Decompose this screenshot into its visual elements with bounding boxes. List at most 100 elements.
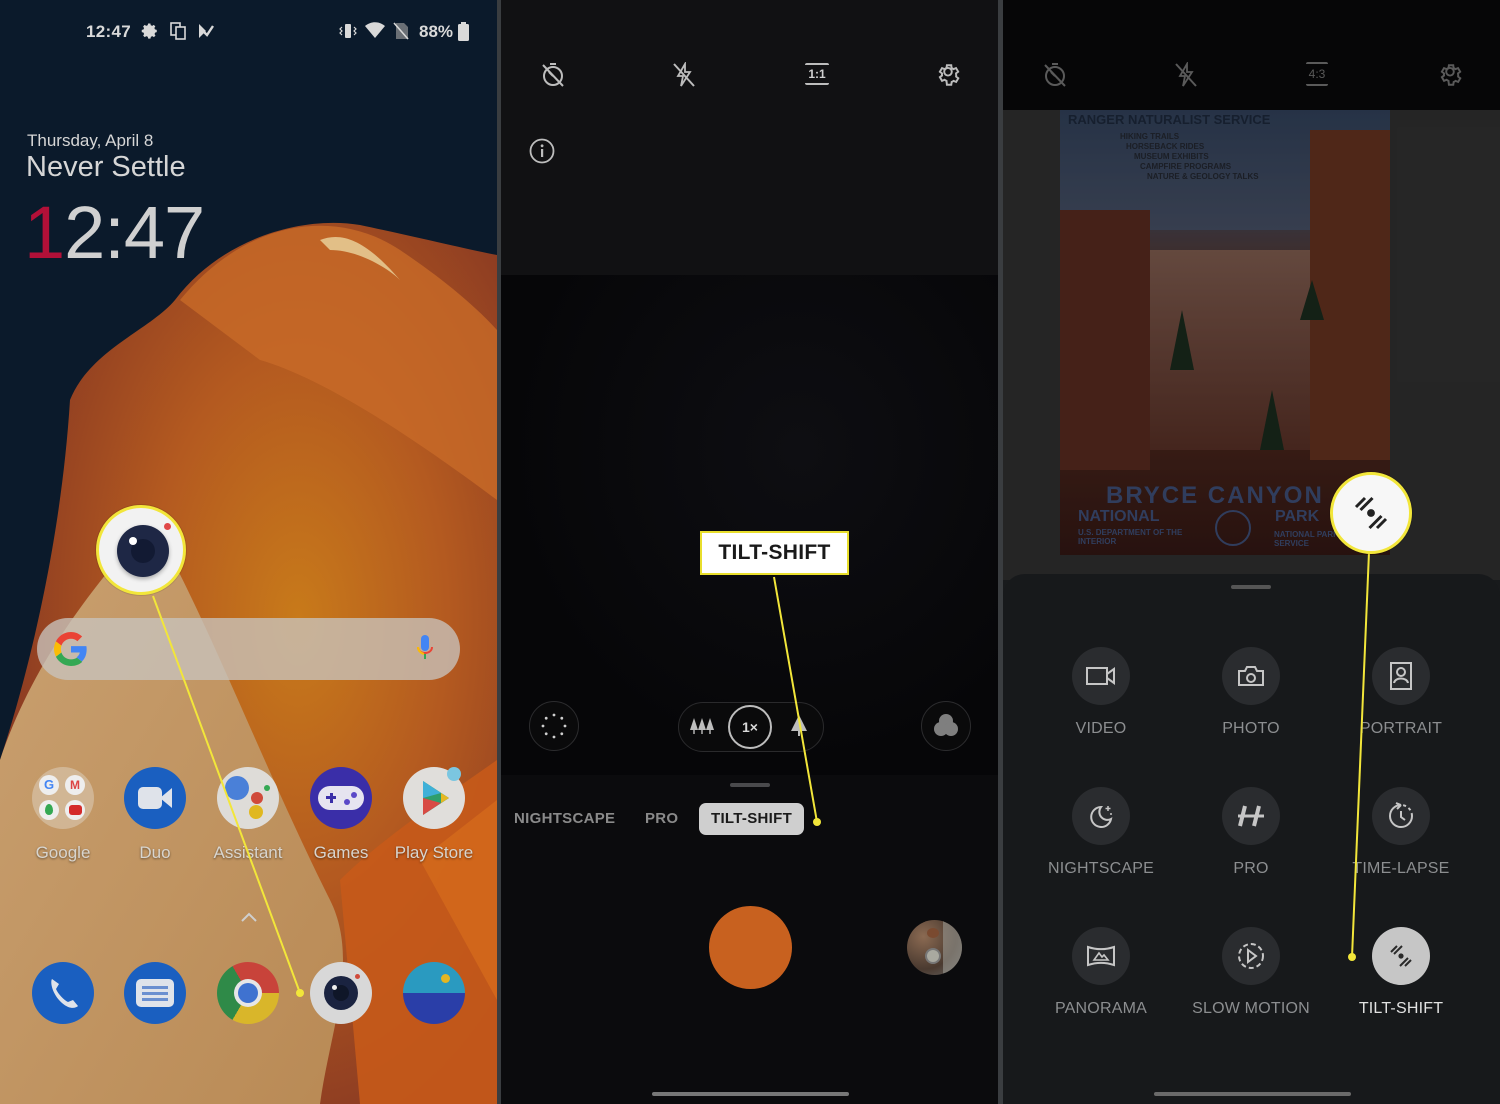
dim-overlay — [1003, 110, 1500, 580]
camera-modes-panel: RANGER NATURALIST SERVICE HIKING TRAILS … — [1003, 0, 1500, 1104]
play-store-icon — [403, 767, 465, 829]
dock-gallery[interactable] — [403, 962, 465, 1024]
google-search-bar[interactable] — [37, 618, 460, 680]
app-drawer-chevron-up-icon[interactable] — [239, 907, 259, 930]
mode-tile-panorama[interactable]: PANORAMA — [1041, 927, 1161, 1018]
zoom-1x-button[interactable]: 1× — [728, 705, 772, 749]
callout-magnified-camera-icon — [96, 505, 186, 595]
video-camera-icon — [1086, 667, 1115, 685]
flash-off-icon[interactable] — [672, 62, 696, 88]
timer-off-icon[interactable] — [541, 62, 565, 88]
timer-off-icon[interactable] — [1043, 62, 1067, 88]
duo-video-icon — [124, 767, 186, 829]
flash-off-icon[interactable] — [1174, 62, 1198, 88]
battery-percent: 88% — [419, 22, 454, 41]
app-assistant[interactable]: Assistant — [214, 767, 282, 862]
panorama-icon — [1087, 945, 1115, 967]
callout-label-tilt-shift: TILT-SHIFT — [700, 531, 849, 575]
tilt-shift-icon — [1354, 496, 1388, 530]
aspect-ratio-icon[interactable]: 1:1 — [805, 63, 829, 85]
portrait-icon — [1390, 662, 1412, 690]
lock-date: Thursday, April 8 — [27, 131, 154, 150]
mode-tile-portrait[interactable]: PORTRAIT — [1341, 647, 1461, 738]
lock-motto: Never Settle — [26, 151, 186, 183]
phone-icon — [32, 962, 94, 1024]
mode-nightscape[interactable]: NIGHTSCAPE — [514, 803, 615, 835]
filters-icon — [934, 714, 958, 736]
clock-digits: 2:47 — [64, 191, 205, 274]
pro-h-icon — [1238, 805, 1264, 827]
status-bar: 12:47 88% — [0, 18, 497, 46]
camera-preview[interactable] — [501, 275, 998, 775]
gesture-nav-bar[interactable] — [652, 1092, 849, 1096]
mode-tile-tilt-shift[interactable]: TILT-SHIFT — [1341, 927, 1461, 1018]
dotted-circle-icon — [541, 713, 567, 739]
mode-label: PHOTO — [1222, 720, 1280, 737]
info-icon[interactable] — [529, 138, 555, 164]
mode-pro[interactable]: PRO — [645, 803, 678, 835]
mode-tilt-shift[interactable]: TILT-SHIFT — [699, 803, 805, 835]
mode-tile-nightscape[interactable]: NIGHTSCAPE — [1041, 787, 1161, 878]
no-sim-icon — [393, 22, 409, 40]
download-check-icon — [199, 24, 214, 38]
app-duo[interactable]: Duo — [124, 767, 186, 862]
mode-tile-video[interactable]: VIDEO — [1041, 647, 1161, 738]
clock-accent-digit: 1 — [24, 191, 65, 274]
callout-magnified-tilt-shift-icon — [1330, 472, 1412, 554]
tilt-shift-icon — [1390, 945, 1412, 967]
settings-icon[interactable] — [1437, 62, 1463, 88]
app-label: Assistant — [213, 843, 283, 862]
aspect-ratio-icon[interactable]: 4:3 — [1306, 62, 1328, 86]
dock-chrome[interactable] — [217, 962, 279, 1024]
home-screen-panel: 12:47 88% Thursday, April 8 Never Settle… — [0, 0, 497, 1104]
photo-camera-icon — [1238, 666, 1264, 686]
mode-tile-time-lapse[interactable]: TIME-LAPSE — [1341, 787, 1461, 878]
mode-label: PORTRAIT — [1359, 720, 1443, 737]
left-round-button[interactable] — [529, 701, 579, 751]
app-label: Google — [35, 843, 91, 862]
assistant-icon — [217, 767, 279, 829]
chrome-icon — [217, 962, 279, 1024]
trees-wide-icon[interactable] — [690, 717, 714, 735]
filters-button[interactable] — [921, 701, 971, 751]
camera-viewfinder-panel: 1:1 TILT-SHIFT 1× NIGHTSCAPE PRO TILT-SH… — [501, 0, 998, 1104]
mode-label: TILT-SHIFT — [1358, 1000, 1444, 1017]
settings-icon[interactable] — [935, 62, 961, 88]
gallery-thumbnail[interactable] — [907, 920, 962, 975]
app-google-folder[interactable]: G M Google — [32, 767, 94, 862]
battery-icon — [458, 22, 469, 41]
mode-label: NIGHTSCAPE — [1047, 860, 1154, 877]
moon-stars-icon — [1090, 805, 1113, 828]
app-label: Play Store — [394, 843, 474, 862]
camera-app-icon — [310, 962, 372, 1024]
slow-motion-icon — [1238, 943, 1264, 969]
sheet-drag-handle[interactable] — [1231, 585, 1271, 589]
app-play-store[interactable]: Play Store — [395, 767, 473, 862]
mode-strip: NIGHTSCAPE PRO TILT-SHIFT — [501, 803, 998, 835]
gesture-nav-bar[interactable] — [1154, 1092, 1351, 1096]
gallery-icon — [403, 962, 465, 1024]
dock-messages[interactable] — [124, 962, 186, 1024]
mode-tile-photo[interactable]: PHOTO — [1191, 647, 1311, 738]
app-games[interactable]: Games — [310, 767, 372, 862]
google-g-icon — [54, 632, 87, 666]
status-time: 12:47 — [86, 22, 131, 41]
mode-label: PANORAMA — [1055, 1000, 1147, 1017]
google-folder-icon: G M — [32, 767, 94, 829]
zoom-selector: 1× — [678, 702, 824, 752]
camera-preview[interactable]: RANGER NATURALIST SERVICE HIKING TRAILS … — [1003, 110, 1500, 580]
mic-icon[interactable] — [416, 633, 434, 663]
modes-drag-handle[interactable] — [730, 783, 770, 787]
mode-tile-slow-motion[interactable]: SLOW MOTION — [1191, 927, 1311, 1018]
mode-tile-pro[interactable]: PRO — [1191, 787, 1311, 878]
mode-label: VIDEO — [1075, 720, 1127, 737]
wifi-icon — [365, 22, 385, 38]
mode-label: TIME-LAPSE — [1352, 860, 1450, 877]
camera-top-bar: 4:3 — [1003, 0, 1500, 110]
dock-camera[interactable] — [310, 962, 372, 1024]
time-lapse-icon — [1389, 802, 1413, 828]
mode-label: SLOW MOTION — [1192, 1000, 1310, 1017]
shutter-button[interactable] — [709, 906, 792, 989]
dock-phone[interactable] — [32, 962, 94, 1024]
tree-tele-icon[interactable] — [791, 715, 807, 737]
